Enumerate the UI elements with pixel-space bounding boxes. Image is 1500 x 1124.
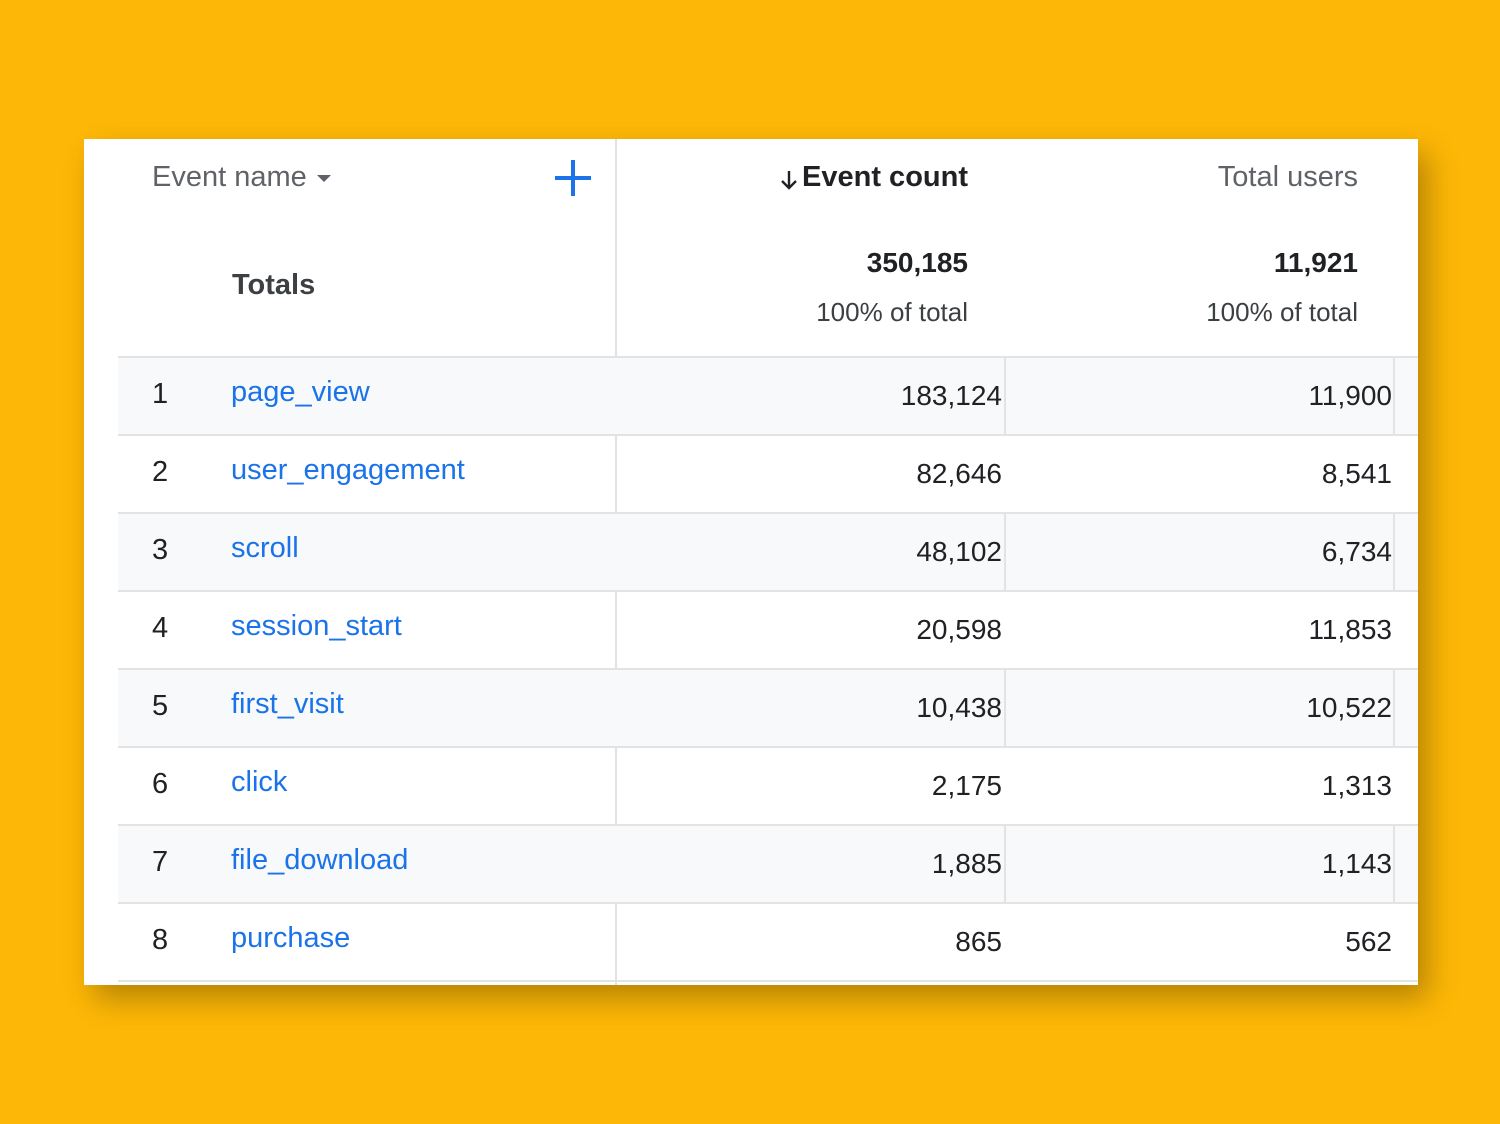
table-row: 8 purchase 865 562 bbox=[118, 904, 1418, 982]
total-users-cell: 6,734 bbox=[1321, 536, 1392, 567]
event-count-total-pct: 100% of total bbox=[816, 297, 968, 327]
row-rank: 3 bbox=[152, 534, 169, 566]
total-users-header[interactable]: Total users bbox=[1218, 159, 1358, 195]
event-count-header-label: Event count bbox=[802, 160, 968, 193]
row-rank: 2 bbox=[152, 456, 169, 488]
cell-divider bbox=[1393, 514, 1395, 590]
event-count-header[interactable]: Event count bbox=[780, 159, 968, 195]
total-users-total-pct: 100% of total bbox=[1206, 297, 1358, 327]
event-count-cell: 865 bbox=[955, 926, 1002, 957]
table-header: Event name Event count Total users bbox=[84, 139, 1418, 219]
event-name-link[interactable]: page_view bbox=[231, 376, 370, 409]
row-rank: 4 bbox=[152, 612, 169, 644]
row-rank: 6 bbox=[152, 768, 169, 800]
total-users-cell: 11,900 bbox=[1308, 380, 1392, 411]
total-users-cell: 10,522 bbox=[1306, 692, 1392, 723]
cell-divider bbox=[1004, 514, 1006, 590]
table-row: 2 user_engagement 82,646 8,541 bbox=[118, 436, 1418, 514]
table-row: 3 scroll 48,102 6,734 bbox=[118, 514, 1418, 592]
totals-row: Totals 350,185 100% of total 11,921 100%… bbox=[84, 219, 1418, 357]
table-row: 6 click 2,175 1,313 bbox=[118, 748, 1418, 826]
event-name-link[interactable]: user_engagement bbox=[231, 454, 465, 487]
table-row: 5 first_visit 10,438 10,522 bbox=[118, 670, 1418, 748]
event-name-link[interactable]: first_visit bbox=[231, 688, 344, 721]
cell-divider bbox=[1393, 826, 1395, 902]
event-name-link[interactable]: session_start bbox=[231, 610, 402, 643]
total-users-header-label: Total users bbox=[1217, 160, 1358, 193]
row-rank: 5 bbox=[152, 690, 169, 722]
event-name-link[interactable]: scroll bbox=[231, 532, 299, 565]
cell-divider bbox=[1004, 670, 1006, 746]
event-count-total: 350,185 bbox=[866, 247, 968, 278]
row-rank: 1 bbox=[152, 378, 169, 410]
event-count-cell: 183,124 bbox=[900, 380, 1002, 411]
totals-label: Totals bbox=[232, 269, 316, 301]
event-name-link[interactable]: click bbox=[231, 766, 287, 799]
cell-divider bbox=[1393, 358, 1395, 434]
total-users-cell: 1,143 bbox=[1321, 848, 1392, 879]
total-users-cell: 8,541 bbox=[1321, 458, 1392, 489]
cell-divider bbox=[1004, 358, 1006, 434]
event-name-link[interactable]: purchase bbox=[231, 922, 350, 955]
plus-icon bbox=[555, 160, 591, 196]
add-dimension-button[interactable] bbox=[552, 157, 594, 199]
dimension-header-label: Event name bbox=[152, 160, 307, 193]
total-users-cell: 562 bbox=[1345, 926, 1392, 957]
caret-down-icon bbox=[316, 175, 331, 182]
table-row: 7 file_download 1,885 1,143 bbox=[118, 826, 1418, 904]
event-count-cell: 48,102 bbox=[916, 536, 1002, 567]
event-name-link[interactable]: file_download bbox=[231, 844, 408, 877]
event-count-cell: 2,175 bbox=[931, 770, 1002, 801]
table-row: 4 session_start 20,598 11,853 bbox=[118, 592, 1418, 670]
cell-divider bbox=[1004, 826, 1006, 902]
cell-divider bbox=[1393, 670, 1395, 746]
total-users-cell: 11,853 bbox=[1308, 614, 1392, 645]
event-count-cell: 1,885 bbox=[931, 848, 1002, 879]
table-body: 1 page_view 183,124 11,900 2 user_engage… bbox=[118, 358, 1418, 982]
arrow-down-icon bbox=[780, 166, 798, 190]
dimension-header-dropdown[interactable]: Event name bbox=[152, 159, 331, 195]
row-rank: 7 bbox=[152, 846, 169, 878]
row-rank: 8 bbox=[152, 924, 169, 956]
table-row: 1 page_view 183,124 11,900 bbox=[118, 358, 1418, 436]
event-count-cell: 20,598 bbox=[916, 614, 1002, 645]
event-count-cell: 10,438 bbox=[916, 692, 1002, 723]
events-table-card: Event name Event count Total users Total… bbox=[84, 139, 1418, 985]
event-count-cell: 82,646 bbox=[916, 458, 1002, 489]
total-users-cell: 1,313 bbox=[1321, 770, 1392, 801]
total-users-total: 11,921 bbox=[1273, 247, 1358, 278]
